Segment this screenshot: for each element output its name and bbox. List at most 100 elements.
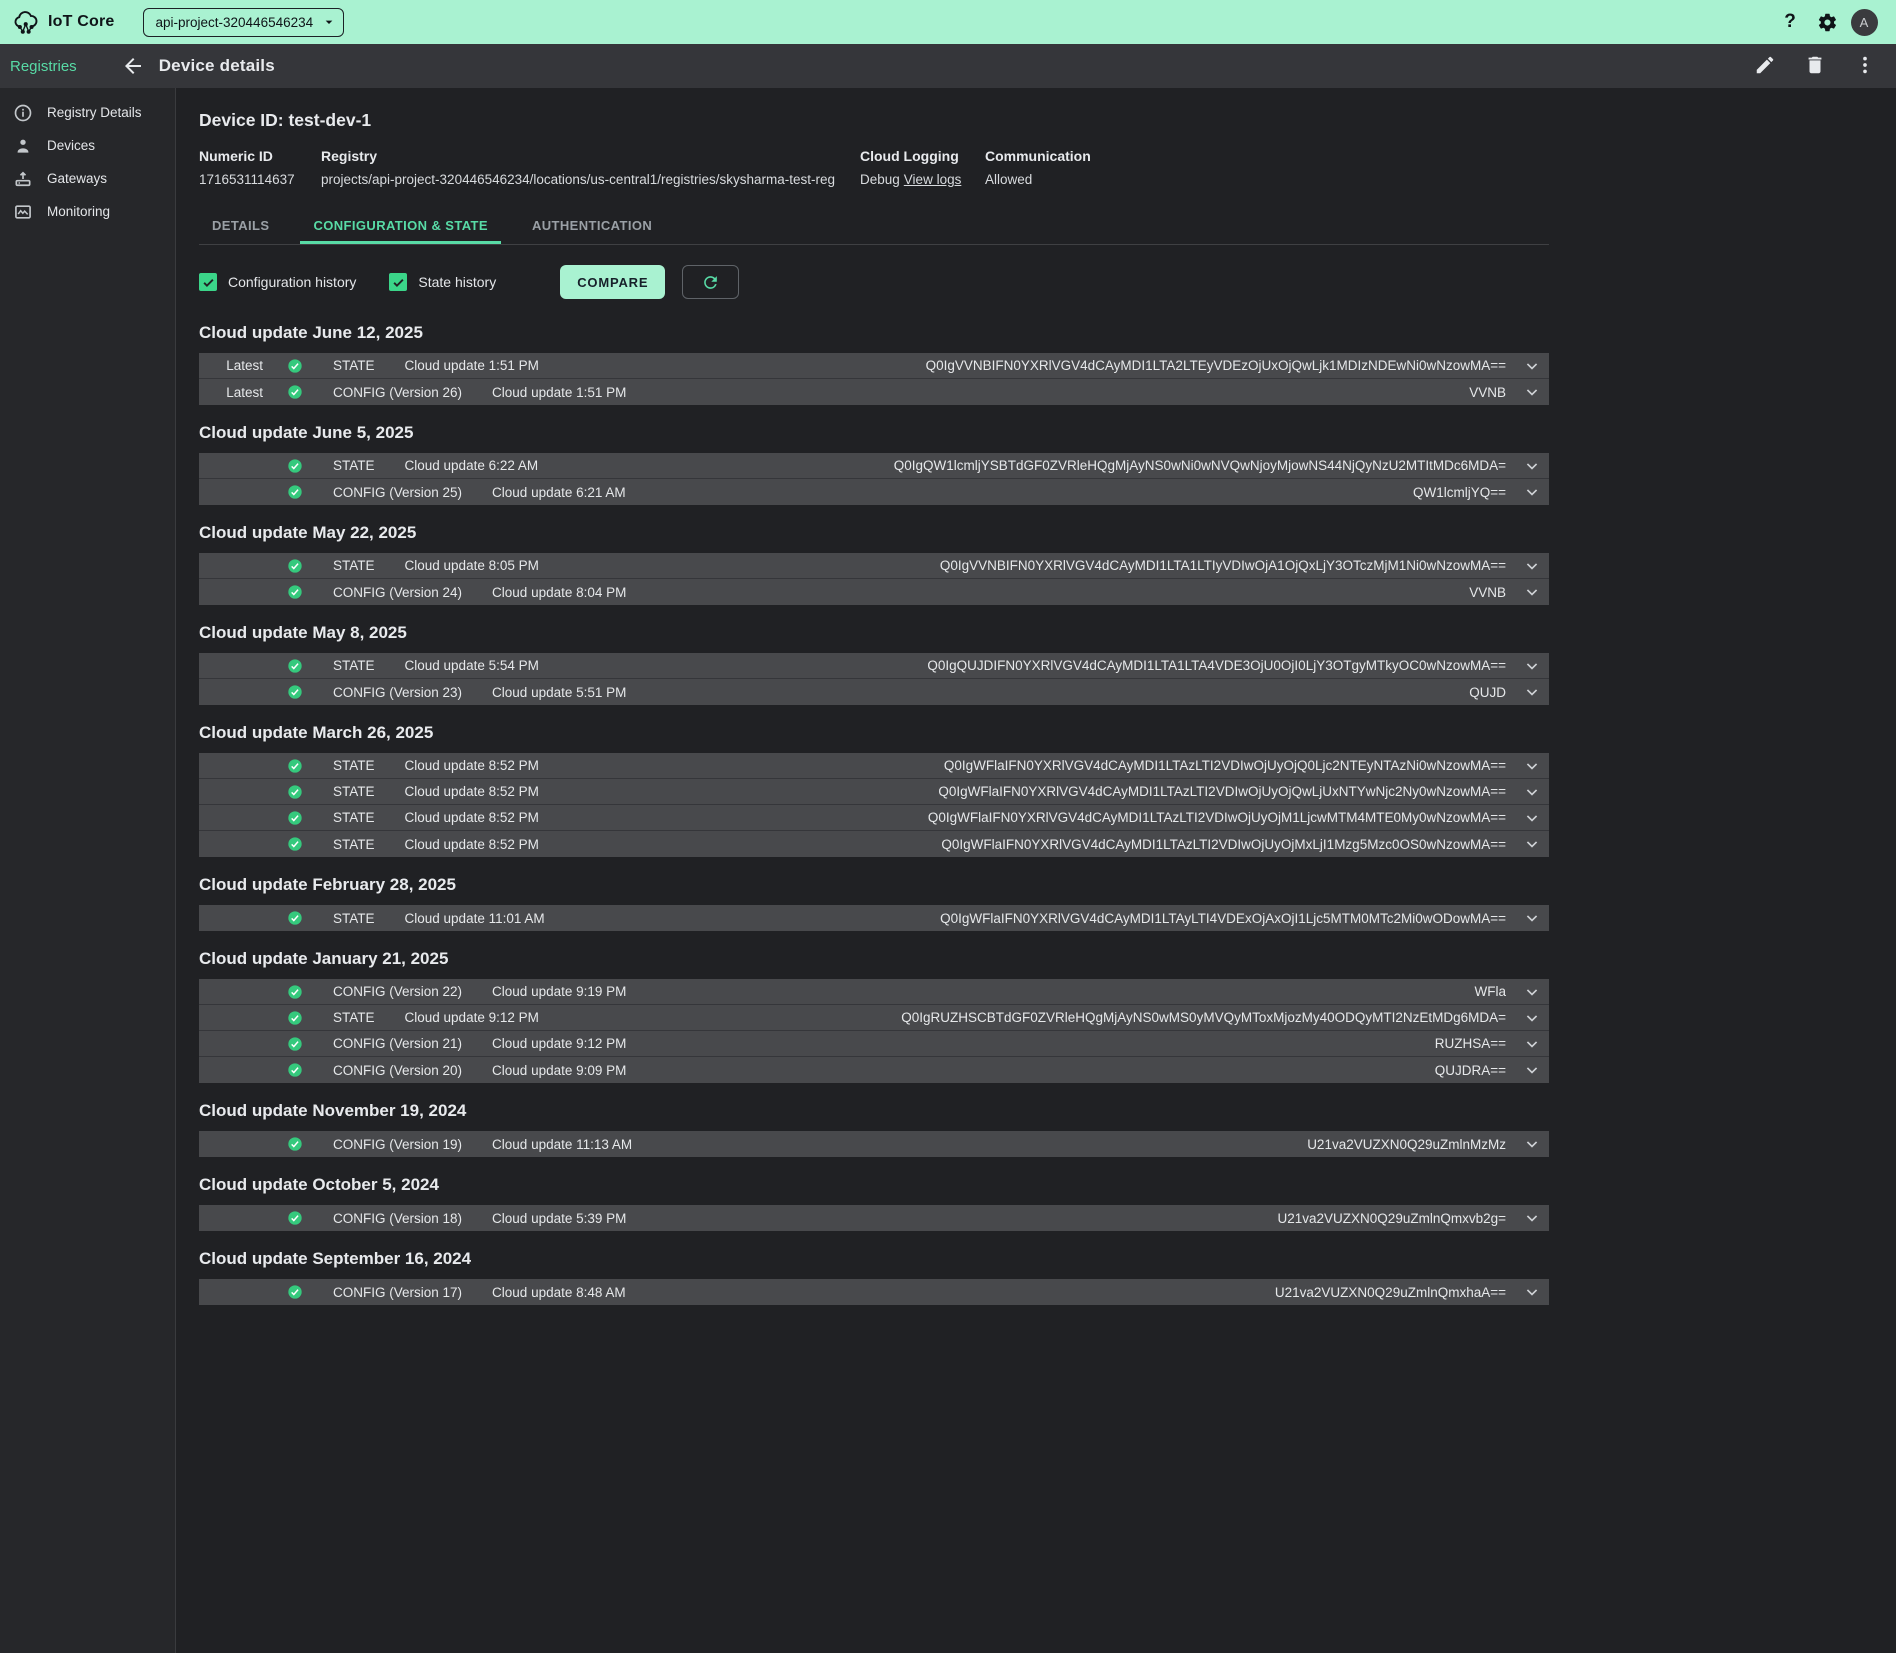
sidebar-item-label: Gateways	[47, 171, 107, 186]
check-icon	[391, 275, 406, 290]
compare-button[interactable]: COMPARE	[560, 265, 665, 299]
group-rows: STATE Cloud update 5:54 PM Q0IgQUJDIFN0Y…	[199, 653, 1549, 705]
chevron-down-icon[interactable]	[1522, 456, 1542, 476]
chevron-down-icon[interactable]	[1522, 382, 1542, 402]
check-circle-icon	[287, 1136, 303, 1152]
history-row[interactable]: Latest CONFIG (Version 26) Cloud update …	[199, 379, 1549, 405]
history-row[interactable]: CONFIG (Version 18) Cloud update 5:39 PM…	[199, 1205, 1549, 1231]
registries-breadcrumb[interactable]: Registries	[10, 58, 77, 75]
communication-value: Allowed	[985, 172, 1091, 187]
chevron-down-icon[interactable]	[1522, 356, 1542, 376]
chevron-down-icon[interactable]	[1522, 982, 1542, 1002]
state-history-checkbox[interactable]	[389, 273, 407, 291]
chevron-down-icon[interactable]	[1522, 1134, 1542, 1154]
edit-button[interactable]	[1754, 54, 1778, 78]
history-row[interactable]: STATE Cloud update 8:52 PM Q0IgWFlaIFN0Y…	[199, 753, 1549, 779]
chevron-down-icon[interactable]	[1522, 656, 1542, 676]
chevron-down-icon[interactable]	[1522, 756, 1542, 776]
chevron-down-icon[interactable]	[1522, 1208, 1542, 1228]
group-rows: STATE Cloud update 11:01 AM Q0IgWFlaIFN0…	[199, 905, 1549, 931]
entry-type: STATE	[333, 837, 375, 852]
entry-type: CONFIG (Version 25)	[333, 485, 462, 500]
history-row[interactable]: CONFIG (Version 20) Cloud update 9:09 PM…	[199, 1057, 1549, 1083]
chevron-down-icon[interactable]	[1522, 556, 1542, 576]
page-header: Registries Device details	[0, 44, 1896, 88]
history-row[interactable]: CONFIG (Version 21) Cloud update 9:12 PM…	[199, 1031, 1549, 1057]
history-row[interactable]: STATE Cloud update 8:52 PM Q0IgWFlaIFN0Y…	[199, 779, 1549, 805]
history-group: Cloud update October 5, 2024 CONFIG (Ver…	[199, 1175, 1896, 1231]
sidebar-item-registry-details[interactable]: Registry Details	[0, 96, 175, 129]
entry-type: CONFIG (Version 17)	[333, 1285, 462, 1300]
iot-core-logo-icon	[12, 9, 39, 36]
configuration-history-checkbox[interactable]	[199, 273, 217, 291]
sidebar-item-gateways[interactable]: Gateways	[0, 162, 175, 195]
check-circle-icon	[287, 1284, 303, 1300]
check-circle-icon	[287, 1210, 303, 1226]
history-row[interactable]: CONFIG (Version 24) Cloud update 8:04 PM…	[199, 579, 1549, 605]
history-row[interactable]: STATE Cloud update 11:01 AM Q0IgWFlaIFN0…	[199, 905, 1549, 931]
group-heading: Cloud update November 19, 2024	[199, 1101, 1896, 1121]
entry-payload: RUZHSA==	[1435, 1036, 1506, 1051]
history-row[interactable]: CONFIG (Version 25) Cloud update 6:21 AM…	[199, 479, 1549, 505]
entry-time: Cloud update 9:19 PM	[492, 984, 626, 999]
tab-configuration-and-state[interactable]: CONFIGURATION & STATE	[300, 207, 501, 244]
chevron-down-icon[interactable]	[1522, 808, 1542, 828]
history-row[interactable]: CONFIG (Version 23) Cloud update 5:51 PM…	[199, 679, 1549, 705]
history-row[interactable]: STATE Cloud update 6:22 AM Q0IgQW1lcmljY…	[199, 453, 1549, 479]
back-button[interactable]	[121, 54, 145, 78]
cloud-logging-field: Cloud Logging DebugView logs	[860, 148, 985, 187]
entry-payload: QW1lcmljYQ==	[1413, 485, 1506, 500]
account-button[interactable]: A	[1848, 6, 1880, 38]
entry-type: CONFIG (Version 21)	[333, 1036, 462, 1051]
group-rows: CONFIG (Version 18) Cloud update 5:39 PM…	[199, 1205, 1549, 1231]
history-group: Cloud update November 19, 2024 CONFIG (V…	[199, 1101, 1896, 1157]
entry-type: CONFIG (Version 26)	[333, 385, 462, 400]
chevron-down-icon[interactable]	[1522, 682, 1542, 702]
settings-button[interactable]	[1811, 6, 1843, 38]
three-dots-icon	[1854, 54, 1876, 76]
sidebar-item-monitoring[interactable]: Monitoring	[0, 195, 175, 228]
chevron-down-icon[interactable]	[1522, 834, 1542, 854]
entry-time: Cloud update 6:22 AM	[405, 458, 539, 473]
tab-authentication[interactable]: AUTHENTICATION	[519, 207, 665, 244]
chevron-down-icon[interactable]	[1522, 908, 1542, 928]
chevron-down-icon[interactable]	[1522, 1008, 1542, 1028]
history-row[interactable]: STATE Cloud update 5:54 PM Q0IgQUJDIFN0Y…	[199, 653, 1549, 679]
history-row[interactable]: STATE Cloud update 8:52 PM Q0IgWFlaIFN0Y…	[199, 831, 1549, 857]
chevron-down-icon[interactable]	[1522, 582, 1542, 602]
chevron-down-icon[interactable]	[1522, 782, 1542, 802]
history-row[interactable]: STATE Cloud update 9:12 PM Q0IgRUZHSCBTd…	[199, 1005, 1549, 1031]
entry-time: Cloud update 8:48 AM	[492, 1285, 626, 1300]
chevron-down-icon[interactable]	[1522, 1060, 1542, 1080]
delete-button[interactable]	[1804, 54, 1828, 78]
caret-down-icon	[321, 14, 337, 30]
check-circle-icon	[287, 684, 303, 700]
group-heading: Cloud update February 28, 2025	[199, 875, 1896, 895]
chevron-down-icon[interactable]	[1522, 482, 1542, 502]
view-logs-link[interactable]: View logs	[904, 172, 962, 187]
tab-details[interactable]: DETAILS	[199, 207, 282, 244]
more-options-button[interactable]	[1854, 54, 1878, 78]
entry-payload: U21va2VUZXN0Q29uZmlnMzMz	[1307, 1137, 1506, 1152]
sidebar-item-devices[interactable]: Devices	[0, 129, 175, 162]
group-heading: Cloud update June 5, 2025	[199, 423, 1896, 443]
numeric-id-label: Numeric ID	[199, 148, 321, 164]
history-row[interactable]: CONFIG (Version 22) Cloud update 9:19 PM…	[199, 979, 1549, 1005]
check-circle-icon	[287, 584, 303, 600]
check-circle-icon	[287, 1010, 303, 1026]
history-group: Cloud update January 21, 2025 CONFIG (Ve…	[199, 949, 1896, 1083]
check-circle-icon	[287, 910, 303, 926]
history-group: Cloud update September 16, 2024 CONFIG (…	[199, 1249, 1896, 1305]
project-selector[interactable]: api-project-320446546234	[143, 8, 345, 37]
history-row[interactable]: CONFIG (Version 17) Cloud update 8:48 AM…	[199, 1279, 1549, 1305]
chevron-down-icon[interactable]	[1522, 1282, 1542, 1302]
history-row[interactable]: STATE Cloud update 8:05 PM Q0IgVVNBIFN0Y…	[199, 553, 1549, 579]
chevron-down-icon[interactable]	[1522, 1034, 1542, 1054]
history-row[interactable]: STATE Cloud update 8:52 PM Q0IgWFlaIFN0Y…	[199, 805, 1549, 831]
project-selector-value: api-project-320446546234	[156, 15, 314, 30]
history-row[interactable]: CONFIG (Version 19) Cloud update 11:13 A…	[199, 1131, 1549, 1157]
refresh-button[interactable]	[682, 265, 739, 299]
help-button[interactable]: ?	[1774, 6, 1806, 38]
history-row[interactable]: Latest STATE Cloud update 1:51 PM Q0IgVV…	[199, 353, 1549, 379]
entry-time: Cloud update 8:52 PM	[405, 758, 539, 773]
